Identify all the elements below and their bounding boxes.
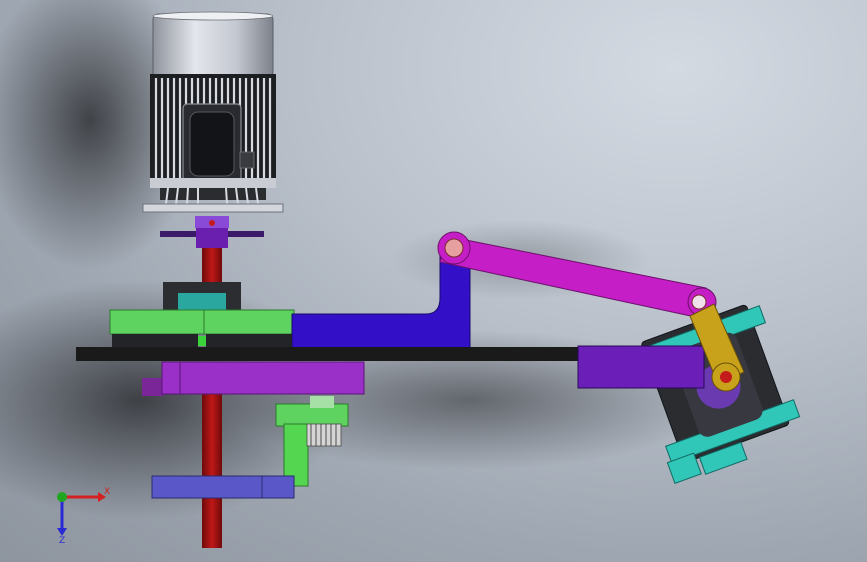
shaft-coupling[interactable] xyxy=(160,216,264,248)
green-mounting-plate[interactable] xyxy=(109,309,295,335)
background-shadows xyxy=(0,0,720,520)
electric-motor[interactable] xyxy=(142,11,284,213)
lower-disk[interactable] xyxy=(151,475,295,499)
bearing-block-upper[interactable] xyxy=(163,282,241,311)
triad-z-label: Z xyxy=(59,536,65,546)
motor-flange xyxy=(142,187,284,213)
assembly-model[interactable]: X Z xyxy=(0,0,867,562)
violet-arm[interactable] xyxy=(577,345,705,389)
triad-x-label: X xyxy=(104,487,110,497)
violet-slider-plate[interactable] xyxy=(142,361,365,396)
cad-viewport[interactable]: X Z xyxy=(0,0,867,562)
hex-bolt[interactable] xyxy=(306,423,342,447)
